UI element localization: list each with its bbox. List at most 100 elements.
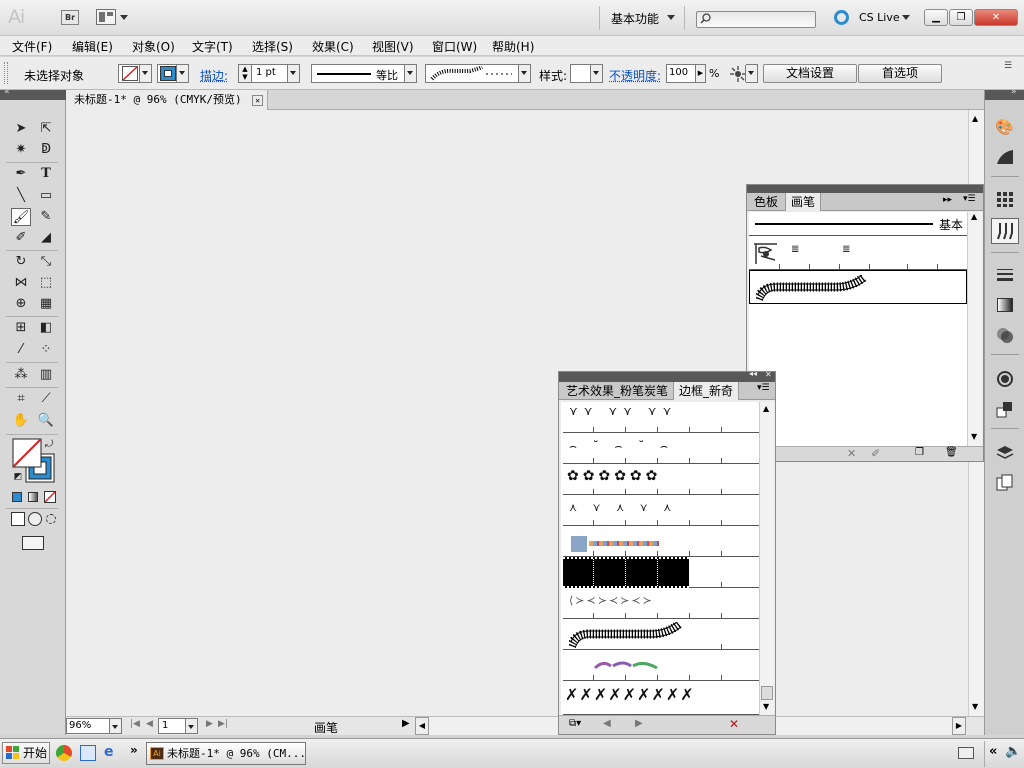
chevron-down-icon[interactable]	[139, 65, 151, 82]
perspective-grid-tool-icon[interactable]: ▦	[36, 295, 56, 313]
panel-drag-bar[interactable]	[747, 185, 983, 193]
swatches-icon[interactable]	[995, 190, 1015, 208]
zoom-dropdown[interactable]: 96%	[66, 718, 122, 734]
column-graph-tool-icon[interactable]: ▥	[36, 366, 56, 384]
close-icon[interactable]: ✕	[252, 95, 263, 106]
graphic-styles-icon[interactable]	[995, 400, 1015, 418]
minimize-button[interactable]: ▁	[924, 9, 948, 26]
shape-builder-tool-icon[interactable]: ⊕	[11, 295, 31, 313]
stroke-label[interactable]: 描边:	[200, 67, 228, 84]
color-mode-icon[interactable]	[12, 492, 22, 502]
draw-behind-icon[interactable]	[28, 512, 42, 526]
brush-list-scrollbar[interactable]: ▲ ▼	[967, 212, 982, 446]
paintbrush-tool-icon[interactable]: 🖌	[11, 208, 31, 226]
first-artboard-icon[interactable]: |◀	[130, 719, 140, 729]
brush-item-bat-tracks[interactable]: ⌢ ˘ ⌢ ˘ ⌢	[563, 433, 759, 464]
eraser-tool-icon[interactable]: ◢	[36, 229, 56, 247]
fill-color-dropdown[interactable]	[118, 64, 152, 83]
chevron-down-icon[interactable]	[590, 65, 602, 82]
brush-item-stitches[interactable]: ✗✗✗✗✗✗✗✗✗	[563, 681, 759, 715]
panel-menu-icon[interactable]: ☰	[1004, 61, 1012, 71]
panel-expand-icon[interactable]: ▸▸	[943, 195, 952, 205]
close-icon[interactable]: ✕	[765, 370, 772, 379]
previous-library-icon[interactable]: ◀	[603, 718, 611, 729]
color-palette-icon[interactable]: 🎨	[995, 118, 1015, 136]
more-quicklaunch-icon[interactable]: »	[130, 743, 138, 757]
menu-edit[interactable]: 编辑(E)	[72, 38, 113, 55]
blob-brush-tool-icon[interactable]: ✐	[11, 229, 31, 247]
close-button[interactable]: ✕	[974, 9, 1018, 26]
next-library-icon[interactable]: ▶	[635, 718, 643, 729]
chevron-down-icon[interactable]	[902, 15, 910, 20]
rectangle-tool-icon[interactable]: ▭	[36, 187, 56, 205]
scroll-down-icon[interactable]: ▼	[972, 702, 978, 711]
keyboard-tray-icon[interactable]	[958, 747, 974, 759]
speaker-icon[interactable]: 🔈	[1005, 744, 1021, 759]
opacity-value[interactable]: 100	[669, 67, 688, 78]
scroll-up-icon[interactable]: ▲	[763, 404, 769, 413]
menu-view[interactable]: 视图(V)	[372, 38, 414, 55]
stroke-icon[interactable]	[995, 266, 1015, 284]
color-guide-icon[interactable]	[995, 148, 1015, 166]
opacity-field[interactable]: 100 ▶	[666, 64, 706, 83]
last-artboard-icon[interactable]: ▶|	[218, 719, 228, 729]
chevron-down-icon[interactable]	[109, 719, 121, 733]
chevron-down-icon[interactable]	[120, 15, 128, 20]
tab-art-chalk-charcoal[interactable]: 艺术效果_粉笔炭笔	[561, 382, 673, 400]
pen-tool-icon[interactable]: ✒	[11, 165, 31, 183]
artboards-icon[interactable]	[995, 474, 1015, 492]
ie-quicklaunch-icon[interactable]: e	[104, 744, 114, 760]
graphic-style-dropdown[interactable]	[570, 64, 603, 83]
scale-tool-icon[interactable]: ⤡	[36, 253, 56, 271]
scroll-down-icon[interactable]: ▼	[971, 432, 977, 441]
scroll-up-icon[interactable]: ▲	[972, 114, 978, 123]
document-setup-button[interactable]: 文档设置	[763, 64, 857, 83]
chevron-down-icon[interactable]	[176, 65, 188, 82]
brush-item-bird-feet[interactable]: ⋏ ⋎ ⋏ ⋎ ⋏	[563, 495, 759, 526]
expand-icon[interactable]: »	[1011, 87, 1017, 97]
brush-item-barbed-wire[interactable]: ⟨≻≺≻≺≻≺≻	[563, 588, 759, 619]
search-input[interactable]	[696, 11, 816, 28]
slice-tool-icon[interactable]: ⟋	[36, 390, 56, 408]
menu-help[interactable]: 帮助(H)	[492, 38, 534, 55]
mesh-tool-icon[interactable]: ⊞	[11, 319, 31, 337]
brush-item-bird-tracks[interactable]: ⋎⋎ ⋎⋎ ⋎⋎	[563, 402, 759, 433]
panel-drag-bar[interactable]: ◂◂ ✕	[559, 372, 775, 382]
width-tool-icon[interactable]: ⋈	[11, 274, 31, 292]
arrange-documents-icon[interactable]	[96, 9, 116, 25]
scroll-left-icon[interactable]: ◀	[415, 717, 429, 735]
screen-mode-icon[interactable]	[22, 536, 44, 550]
restore-button[interactable]: ❐	[949, 9, 973, 26]
stroke-color-dropdown[interactable]	[157, 64, 189, 83]
gradient-icon[interactable]	[995, 296, 1015, 314]
brush-item-paw-prints[interactable]: ✿✿✿✿✿✿	[563, 464, 759, 495]
type-tool-icon[interactable]: T	[36, 165, 56, 183]
swap-fill-stroke-icon[interactable]: ⤾	[42, 436, 56, 454]
panel-grip[interactable]	[4, 62, 8, 84]
panel-menu-icon[interactable]: ▾☰	[757, 383, 770, 393]
menu-object[interactable]: 对象(O)	[132, 38, 175, 55]
cs-live-button[interactable]: CS Live	[859, 11, 900, 24]
selection-tool-icon[interactable]: ➤	[11, 120, 31, 138]
scroll-down-icon[interactable]: ▼	[763, 702, 769, 711]
document-tab[interactable]: 未标题-1* @ 96% (CMYK/预览) ✕	[66, 90, 268, 110]
taskbar-task-title[interactable]: 未标题-1* @ 96% (CM...	[167, 747, 306, 760]
tools-panel-header[interactable]: «	[0, 90, 66, 100]
rotate-tool-icon[interactable]: ↻	[11, 253, 31, 271]
zoom-value[interactable]: 96%	[69, 720, 91, 731]
brush-item-railroad[interactable]	[749, 270, 967, 304]
menu-file[interactable]: 文件(F)	[12, 38, 52, 55]
workspace-switcher[interactable]: 基本功能	[611, 10, 659, 27]
transparency-icon[interactable]	[995, 326, 1015, 344]
lasso-tool-icon[interactable]: ↁ	[36, 141, 56, 159]
quicklaunch-icon[interactable]	[80, 745, 96, 761]
collapse-icon[interactable]: «	[4, 87, 10, 97]
menu-effect[interactable]: 效果(C)	[312, 38, 354, 55]
panel-menu-icon[interactable]: ▾☰	[963, 194, 976, 204]
chevron-down-icon[interactable]	[745, 65, 757, 82]
bridge-button[interactable]: Br	[61, 10, 79, 25]
appearance-icon[interactable]	[995, 370, 1015, 388]
stroke-weight-stepper[interactable]: ▲ ▼	[239, 65, 252, 82]
menu-select[interactable]: 选择(S)	[252, 38, 293, 55]
variable-width-profile-dropdown[interactable]: 等比	[311, 64, 417, 83]
